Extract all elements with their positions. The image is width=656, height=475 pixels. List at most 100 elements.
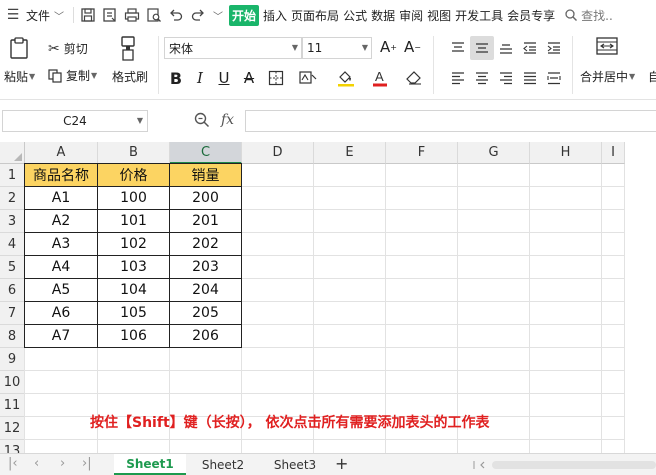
menu-icon[interactable]: ☰ — [2, 7, 24, 23]
column-header-b[interactable]: B — [98, 142, 170, 164]
table-cell[interactable]: 206 — [170, 325, 241, 347]
next-sheet-icon[interactable]: › — [60, 456, 65, 471]
border-icon[interactable] — [264, 66, 288, 90]
row-header-8[interactable]: 8 — [0, 325, 25, 348]
table-cell[interactable]: 202 — [170, 233, 241, 255]
merge-center-icon[interactable] — [596, 36, 618, 56]
decrease-font-icon[interactable]: A − — [404, 38, 421, 56]
sheet-tab-sheet2[interactable]: Sheet2 — [188, 454, 258, 475]
row-header-4[interactable]: 4 — [0, 233, 25, 256]
distributed-align-icon[interactable] — [542, 66, 566, 90]
row-header-2[interactable]: 2 — [0, 187, 25, 210]
table-cell[interactable]: 200 — [170, 187, 241, 209]
table-cell[interactable]: 102 — [98, 233, 169, 255]
first-sheet-icon[interactable]: |‹ — [8, 456, 18, 471]
table-cell[interactable]: A7 — [25, 325, 97, 347]
cut-button[interactable]: ✂ 剪切 — [48, 40, 88, 57]
decrease-indent-icon[interactable] — [518, 36, 542, 60]
name-box[interactable]: C24 ▼ — [2, 110, 148, 132]
copy-button[interactable]: 复制 ▼ — [48, 67, 97, 84]
redo-icon[interactable] — [187, 4, 209, 26]
sheet-tab-sheet1[interactable]: Sheet1 — [114, 454, 186, 475]
format-painter-icon[interactable] — [118, 36, 138, 62]
table-cell[interactable]: 101 — [98, 210, 169, 232]
export-pdf-icon[interactable] — [99, 4, 121, 26]
chevron-down-icon[interactable]: ﹀ — [213, 8, 223, 23]
tab-developer[interactable]: 开发工具 — [454, 7, 504, 24]
tab-view[interactable]: 视图 — [426, 7, 452, 24]
increase-indent-icon[interactable] — [542, 36, 566, 60]
print-icon[interactable] — [121, 4, 143, 26]
font-name-select[interactable]: 宋体 ▼ — [164, 37, 302, 59]
align-middle-icon[interactable] — [470, 36, 494, 60]
fill-color-icon[interactable] — [334, 66, 358, 90]
select-all-corner[interactable] — [0, 142, 25, 164]
search-box[interactable]: 查找.. — [564, 7, 613, 24]
increase-font-icon[interactable]: A + — [380, 38, 397, 56]
table-cell[interactable]: A1 — [25, 187, 97, 209]
table-cell[interactable]: A5 — [25, 279, 97, 301]
table-cell[interactable]: 106 — [98, 325, 169, 347]
table-cell[interactable]: 103 — [98, 256, 169, 278]
strikethrough-icon[interactable]: A — [237, 66, 261, 90]
last-sheet-icon[interactable]: ›| — [82, 456, 92, 471]
row-header-5[interactable]: 5 — [0, 256, 25, 279]
chevron-down-icon[interactable]: ﹀ — [54, 8, 64, 23]
bold-icon[interactable]: B — [164, 66, 188, 90]
row-header-9[interactable]: 9 — [0, 348, 25, 371]
table-header-cell[interactable]: 价格 — [98, 164, 169, 186]
file-menu[interactable]: 文件 — [26, 7, 50, 24]
table-cell[interactable]: 201 — [170, 210, 241, 232]
align-top-icon[interactable] — [446, 36, 470, 60]
column-header-e[interactable]: E — [314, 142, 386, 164]
tab-home[interactable]: 开始 — [229, 4, 260, 26]
undo-icon[interactable] — [165, 4, 187, 26]
add-sheet-button[interactable]: + — [335, 454, 348, 473]
tab-member[interactable]: 会员专享 — [506, 7, 556, 24]
font-size-select[interactable]: 11 ▼ — [302, 37, 372, 59]
column-header-c[interactable]: C — [170, 142, 242, 164]
tab-page-layout[interactable]: 页面布局 — [290, 7, 340, 24]
tab-data[interactable]: 数据 — [370, 7, 396, 24]
tab-insert[interactable]: 插入 — [262, 7, 288, 24]
paste-button[interactable]: 粘贴 ▼ — [4, 68, 35, 85]
function-icon[interactable]: fx — [221, 112, 234, 128]
zoom-icon[interactable] — [193, 111, 211, 132]
table-cell[interactable]: 205 — [170, 302, 241, 324]
row-header-12[interactable]: 12 — [0, 417, 25, 440]
underline-icon[interactable]: U — [212, 66, 236, 90]
justify-icon[interactable] — [518, 66, 542, 90]
wrap-text-button[interactable]: 自 — [648, 68, 656, 85]
row-header-11[interactable]: 11 — [0, 394, 25, 417]
table-cell[interactable]: 203 — [170, 256, 241, 278]
table-cell[interactable]: A6 — [25, 302, 97, 324]
column-header-d[interactable]: D — [242, 142, 314, 164]
prev-sheet-icon[interactable]: ‹ — [34, 456, 39, 471]
column-header-i[interactable]: I — [602, 142, 625, 164]
table-header-cell[interactable]: 销量 — [170, 164, 241, 186]
table-cell[interactable]: A3 — [25, 233, 97, 255]
table-cell[interactable]: 105 — [98, 302, 169, 324]
format-painter-button[interactable]: 格式刷 — [112, 68, 148, 85]
print-preview-icon[interactable] — [143, 4, 165, 26]
table-cell[interactable]: A4 — [25, 256, 97, 278]
font-color-icon[interactable]: A — [368, 66, 392, 90]
row-header-10[interactable]: 10 — [0, 371, 25, 394]
table-cell[interactable]: A2 — [25, 210, 97, 232]
table-cell[interactable]: 100 — [98, 187, 169, 209]
italic-icon[interactable]: I — [188, 66, 212, 90]
sheet-tab-sheet3[interactable]: Sheet3 — [260, 454, 330, 475]
row-header-1[interactable]: 1 — [0, 164, 25, 187]
clear-format-icon[interactable] — [402, 66, 426, 90]
tab-review[interactable]: 审阅 — [398, 7, 424, 24]
row-header-7[interactable]: 7 — [0, 302, 25, 325]
column-header-a[interactable]: A — [25, 142, 98, 164]
cell-style-icon[interactable] — [296, 66, 320, 90]
row-header-6[interactable]: 6 — [0, 279, 25, 302]
table-cell[interactable]: 204 — [170, 279, 241, 301]
align-bottom-icon[interactable] — [494, 36, 518, 60]
merge-center-button[interactable]: 合并居中 ▼ — [580, 68, 635, 85]
row-header-3[interactable]: 3 — [0, 210, 25, 233]
column-header-f[interactable]: F — [386, 142, 458, 164]
horizontal-scrollbar[interactable] — [470, 459, 656, 471]
